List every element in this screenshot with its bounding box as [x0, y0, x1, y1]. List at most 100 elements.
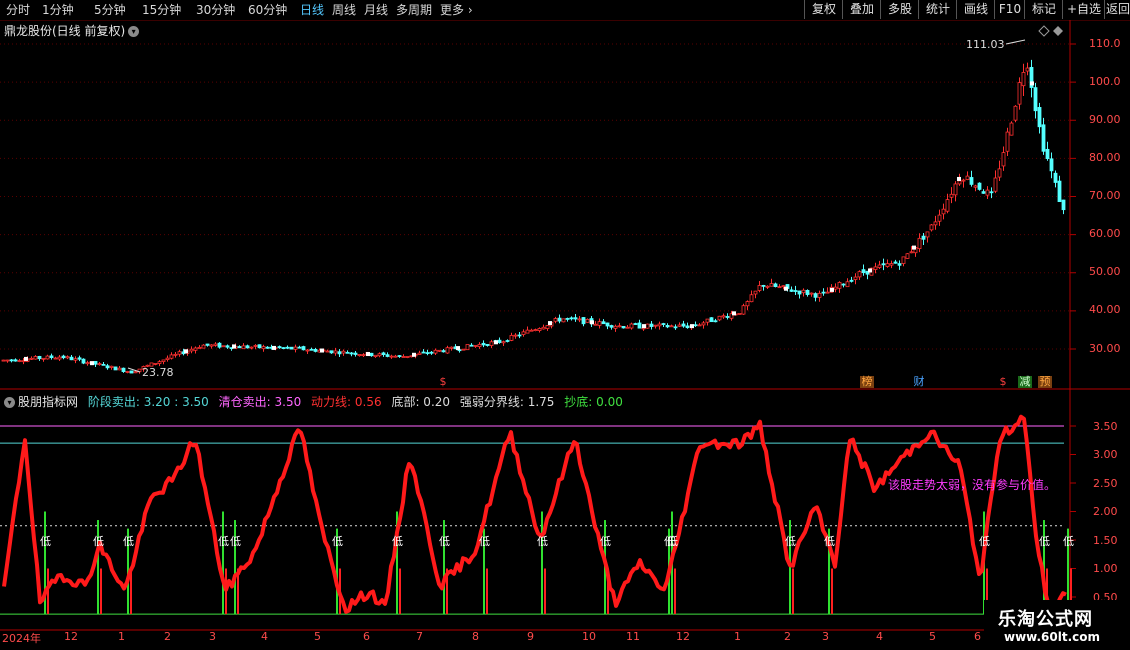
candle-body: [709, 317, 714, 323]
date-tick: 12: [64, 630, 78, 643]
price-tick: 70.00: [1089, 189, 1121, 202]
candle-body: [601, 321, 606, 325]
candle-body: [357, 354, 362, 357]
candle-body: [85, 362, 90, 365]
candle-body: [701, 322, 706, 326]
candle-body: [29, 357, 34, 360]
candle-body: [957, 180, 962, 185]
candle-body: [477, 344, 482, 348]
candle-body: [761, 285, 766, 287]
date-tick: 5: [314, 630, 321, 643]
candle-marker: [320, 348, 324, 353]
candle-body: [169, 354, 174, 359]
candle-body: [757, 285, 762, 291]
candle-body: [129, 370, 134, 374]
candle-body: [809, 292, 814, 295]
candle-body: [981, 191, 986, 194]
candle-body: [329, 350, 334, 354]
candle-body: [125, 371, 130, 373]
candle-body: [725, 316, 730, 318]
candle-marker: [90, 361, 94, 366]
low-signal-label: 低: [537, 535, 548, 548]
price-tick: 80.00: [1089, 151, 1121, 164]
date-tick: 8: [472, 630, 479, 643]
event-marker[interactable]: $: [996, 376, 1010, 388]
candle-body: [637, 322, 642, 329]
candle-body: [817, 292, 822, 298]
chevron-down-icon[interactable]: ▾: [4, 397, 15, 408]
candle-body: [405, 356, 410, 358]
diamond-icon[interactable]: [1038, 25, 1050, 37]
candle-body: [609, 325, 614, 328]
candle-body: [929, 224, 934, 231]
candle-body: [805, 290, 810, 295]
candle-body: [193, 347, 198, 351]
candle-marker: [784, 286, 788, 291]
candle-marker: [232, 344, 236, 349]
candle-body: [381, 352, 386, 356]
candle-body: [161, 359, 166, 362]
indicator-tick: 2.00: [1093, 505, 1118, 518]
date-tick: 11: [626, 630, 640, 643]
candle-body: [209, 344, 214, 347]
candle-body: [629, 323, 634, 329]
candle-body: [401, 356, 406, 358]
candle-body: [561, 318, 566, 323]
low-signal-label: 低: [123, 535, 134, 548]
candle-body: [61, 355, 66, 359]
low-signal-label: 低: [1039, 535, 1050, 548]
candle-body: [93, 360, 98, 365]
candle-body: [377, 353, 382, 357]
candle-body: [485, 344, 490, 346]
candle-body: [153, 363, 158, 365]
event-marker-reduce[interactable]: 减: [1018, 376, 1032, 388]
date-tick: 1: [734, 630, 741, 643]
candle-body: [157, 361, 162, 364]
low-signal-label: 低: [979, 535, 990, 548]
kline-chart[interactable]: [0, 0, 1130, 650]
indicator-legend: ▾ 股朋指标网 阶段卖出: 3.20 : 3.50 清仓卖出: 3.50 动力线:…: [4, 393, 625, 410]
price-tick: 110.0: [1089, 37, 1121, 50]
low-signal-label: 低: [93, 535, 104, 548]
candle-marker: [272, 345, 276, 350]
candle-body: [165, 357, 170, 361]
event-marker[interactable]: $: [436, 376, 450, 388]
event-marker-rank[interactable]: 榜: [860, 376, 874, 388]
legend-clear-sell: 清仓卖出: 3.50: [218, 395, 302, 409]
candle-body: [1057, 180, 1062, 203]
candle-body: [789, 289, 794, 292]
candle-body: [741, 305, 746, 315]
low-price-label: 23.78: [142, 366, 174, 379]
candle-body: [1049, 158, 1054, 172]
event-marker-finance[interactable]: 财: [912, 376, 926, 388]
candle-body: [261, 346, 266, 350]
candle-marker: [868, 268, 872, 273]
candle-body: [109, 365, 114, 368]
candle-body: [257, 344, 262, 349]
candle-body: [173, 353, 178, 356]
candle-body: [925, 231, 930, 238]
candle-body: [393, 355, 398, 358]
candle-body: [1041, 124, 1046, 152]
candle-body: [533, 329, 538, 332]
indicator-tick: 3.00: [1093, 448, 1118, 461]
candle-body: [745, 301, 750, 307]
candle-body: [221, 345, 226, 348]
candle-body: [917, 237, 922, 250]
candle-body: [769, 283, 774, 287]
candle-body: [473, 345, 478, 347]
candle-body: [545, 325, 550, 329]
candle-body: [665, 325, 670, 328]
candle-body: [289, 346, 294, 350]
date-tick: 6: [363, 630, 370, 643]
candle-body: [1033, 87, 1038, 112]
momentum-line: [2, 414, 1067, 614]
collapse-icon[interactable]: [1053, 26, 1063, 36]
candle-body: [469, 344, 474, 347]
candle-body: [249, 346, 254, 349]
event-marker-forecast[interactable]: 预: [1038, 376, 1052, 388]
candle-body: [397, 355, 402, 357]
bottom-signal-bars: [44, 511, 1072, 615]
legend-bottom-buy: 抄底: 0.00: [564, 395, 623, 409]
indicator-tick: 1.00: [1093, 562, 1118, 575]
